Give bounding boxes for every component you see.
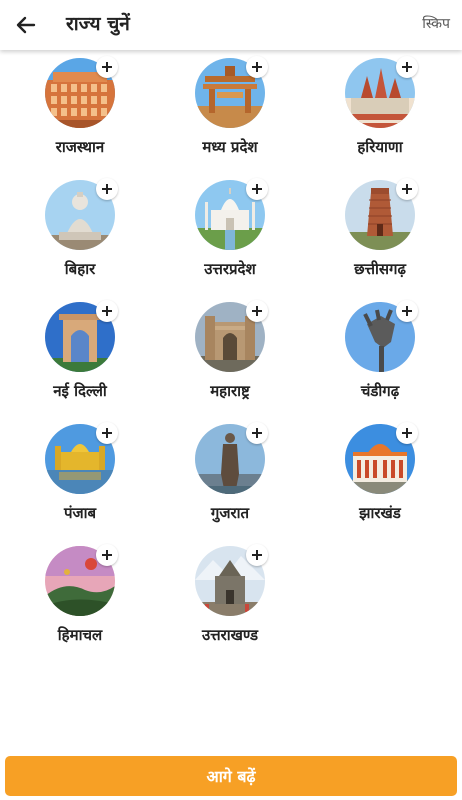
plus-icon	[252, 550, 262, 560]
state-item-uttarakhand[interactable]: उत्तराखण्ड	[155, 544, 305, 658]
add-state-button[interactable]	[396, 56, 418, 78]
app-header: राज्य चुनें स्किप	[0, 0, 462, 50]
state-item-new-delhi[interactable]: नई दिल्ली	[5, 300, 155, 414]
add-state-button[interactable]	[96, 300, 118, 322]
page-title: राज्य चुनें	[66, 13, 130, 35]
plus-icon	[402, 184, 412, 194]
state-item-gujarat[interactable]: गुजरात	[155, 422, 305, 536]
state-item-jharkhand[interactable]: झारखंड	[305, 422, 455, 536]
plus-icon	[102, 428, 112, 438]
plus-icon	[252, 62, 262, 72]
plus-icon	[102, 184, 112, 194]
state-label: पंजाब	[63, 504, 97, 522]
state-label: झारखंड	[359, 504, 401, 522]
add-state-button[interactable]	[96, 56, 118, 78]
add-state-button[interactable]	[246, 56, 268, 78]
add-state-button[interactable]	[246, 178, 268, 200]
state-item-haryana[interactable]: हरियाणा	[305, 56, 455, 170]
arrow-left-icon	[16, 16, 36, 34]
state-label: राजस्थान	[55, 138, 105, 156]
state-item-punjab[interactable]: पंजाब	[5, 422, 155, 536]
state-label: उत्तरप्रदेश	[204, 260, 256, 278]
state-label: महाराष्ट्र	[210, 382, 250, 400]
next-button[interactable]: आगे बढ़ें	[5, 756, 457, 796]
plus-icon	[402, 62, 412, 72]
state-label: नई दिल्ली	[53, 382, 107, 400]
state-item-himachal[interactable]: हिमाचल	[5, 544, 155, 658]
plus-icon	[252, 306, 262, 316]
plus-icon	[402, 428, 412, 438]
state-item-chandigarh[interactable]: चंडीगढ़	[305, 300, 455, 414]
add-state-button[interactable]	[396, 300, 418, 322]
plus-icon	[102, 550, 112, 560]
state-label: मध्य प्रदेश	[202, 138, 258, 156]
add-state-button[interactable]	[246, 544, 268, 566]
plus-icon	[252, 428, 262, 438]
state-label: उत्तराखण्ड	[201, 626, 259, 644]
add-state-button[interactable]	[96, 422, 118, 444]
state-label: चंडीगढ़	[360, 382, 400, 400]
plus-icon	[402, 306, 412, 316]
plus-icon	[252, 184, 262, 194]
back-button[interactable]	[12, 11, 40, 39]
add-state-button[interactable]	[396, 178, 418, 200]
skip-button[interactable]: स्किप	[422, 14, 450, 33]
state-item-chhattisgarh[interactable]: छत्तीसगढ़	[305, 178, 455, 292]
state-item-uttar-pradesh[interactable]: उत्तरप्रदेश	[155, 178, 305, 292]
state-label: हिमाचल	[57, 626, 103, 644]
state-item-madhya-pradesh[interactable]: मध्य प्रदेश	[155, 56, 305, 170]
state-item-maharashtra[interactable]: महाराष्ट्र	[155, 300, 305, 414]
add-state-button[interactable]	[96, 178, 118, 200]
state-label: छत्तीसगढ़	[354, 260, 406, 278]
add-state-button[interactable]	[96, 544, 118, 566]
add-state-button[interactable]	[246, 422, 268, 444]
add-state-button[interactable]	[396, 422, 418, 444]
state-label: बिहार	[64, 260, 96, 278]
state-label: गुजरात	[210, 504, 250, 522]
state-item-rajasthan[interactable]: राजस्थान	[5, 56, 155, 170]
plus-icon	[102, 306, 112, 316]
add-state-button[interactable]	[246, 300, 268, 322]
state-label: हरियाणा	[357, 138, 403, 156]
plus-icon	[102, 62, 112, 72]
state-item-bihar[interactable]: बिहार	[5, 178, 155, 292]
